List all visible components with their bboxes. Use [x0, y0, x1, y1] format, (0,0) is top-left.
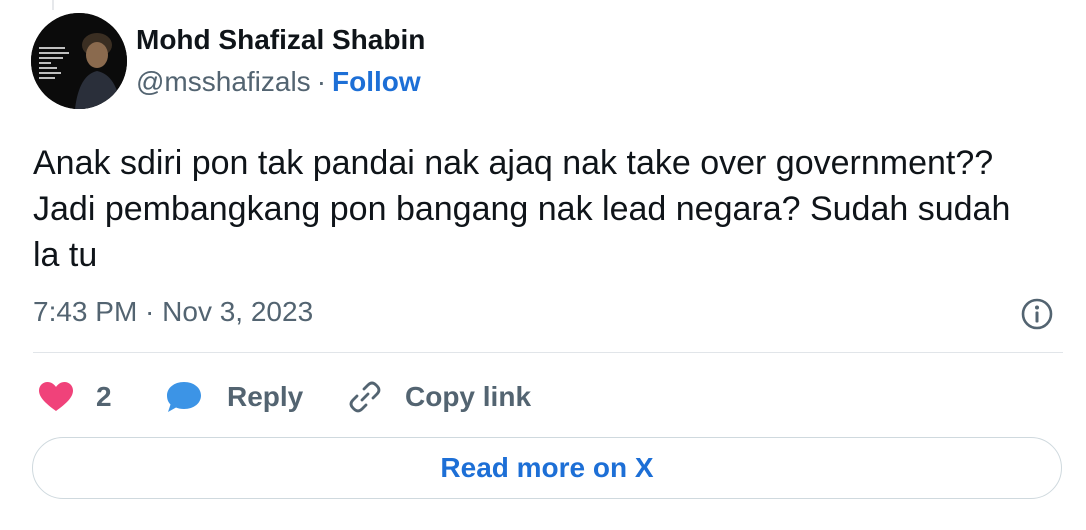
- handle-separator: ·: [316, 66, 327, 97]
- divider: [33, 352, 1063, 353]
- speech-bubble-icon: [167, 382, 201, 412]
- reply-button[interactable]: Reply: [165, 376, 303, 418]
- read-more-button[interactable]: Read more on X: [32, 437, 1062, 499]
- avatar-image: [31, 13, 127, 109]
- like-button[interactable]: 2: [38, 376, 112, 418]
- reply-label: Reply: [227, 381, 304, 412]
- copy-link-button[interactable]: Copy link: [347, 376, 531, 418]
- info-icon[interactable]: [1020, 297, 1054, 331]
- link-icon: [349, 381, 381, 413]
- author-handle-row: @msshafizals · Follow: [136, 66, 421, 98]
- thread-connector-line: [52, 0, 54, 10]
- follow-link[interactable]: Follow: [332, 66, 421, 97]
- copy-link-label: Copy link: [405, 381, 532, 412]
- avatar[interactable]: [31, 13, 127, 109]
- tweet-timestamp[interactable]: 7:43 PM · Nov 3, 2023: [33, 296, 313, 328]
- tweet-embed-card: Mohd Shafizal Shabin @msshafizals · Follow…: [0, 0, 1086, 530]
- author-name[interactable]: Mohd Shafizal Shabin: [136, 24, 425, 56]
- tweet-text: Anak sdiri pon tak pandai nak ajaq nak t…: [33, 144, 1011, 274]
- like-count: 2: [96, 381, 112, 412]
- author-handle[interactable]: @msshafizals: [136, 66, 311, 97]
- heart-icon: [39, 382, 73, 411]
